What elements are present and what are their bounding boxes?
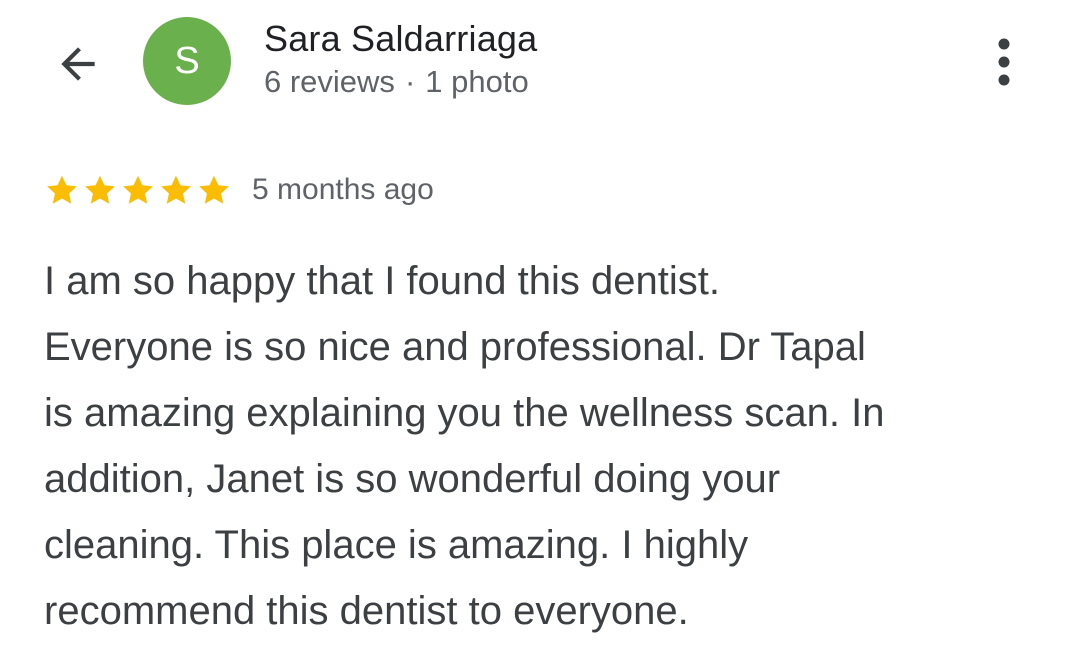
review-time: 5 months ago [252, 173, 434, 206]
more-vert-icon [998, 38, 1010, 86]
review-text-line: addition, Janet is so wonderful doing yo… [44, 457, 781, 501]
avatar[interactable]: S [143, 17, 231, 105]
rating-row: 5 months ago [44, 168, 434, 212]
review-text-line: Everyone is so nice and professional. Dr… [44, 325, 866, 369]
star-icon [123, 175, 153, 204]
photos-count: 1 photo [425, 64, 529, 99]
star-icon [47, 175, 77, 204]
review-text-line: cleaning. This place is amazing. I highl… [44, 523, 749, 567]
avatar-initial: S [174, 39, 200, 82]
review-text: I am so happy that I found this dentist.… [44, 248, 1044, 644]
star-icon [85, 175, 115, 204]
reviewer-meta: 6 reviews · 1 photo [264, 64, 529, 100]
star-icon [199, 175, 229, 204]
back-button[interactable] [48, 36, 108, 92]
review-text-line: I am so happy that I found this dentist. [44, 259, 720, 303]
star-icon [161, 175, 191, 204]
star-rating [44, 172, 232, 208]
more-options-button[interactable] [978, 30, 1030, 94]
reviewer-name[interactable]: Sara Saldarriaga [264, 18, 537, 60]
review-text-line: recommend this dentist to everyone. [44, 589, 689, 633]
arrow-left-icon [61, 47, 95, 81]
meta-separator: · [404, 64, 416, 99]
reviews-count: 6 reviews [264, 64, 395, 99]
review-text-line: is amazing explaining you the wellness s… [44, 391, 885, 435]
